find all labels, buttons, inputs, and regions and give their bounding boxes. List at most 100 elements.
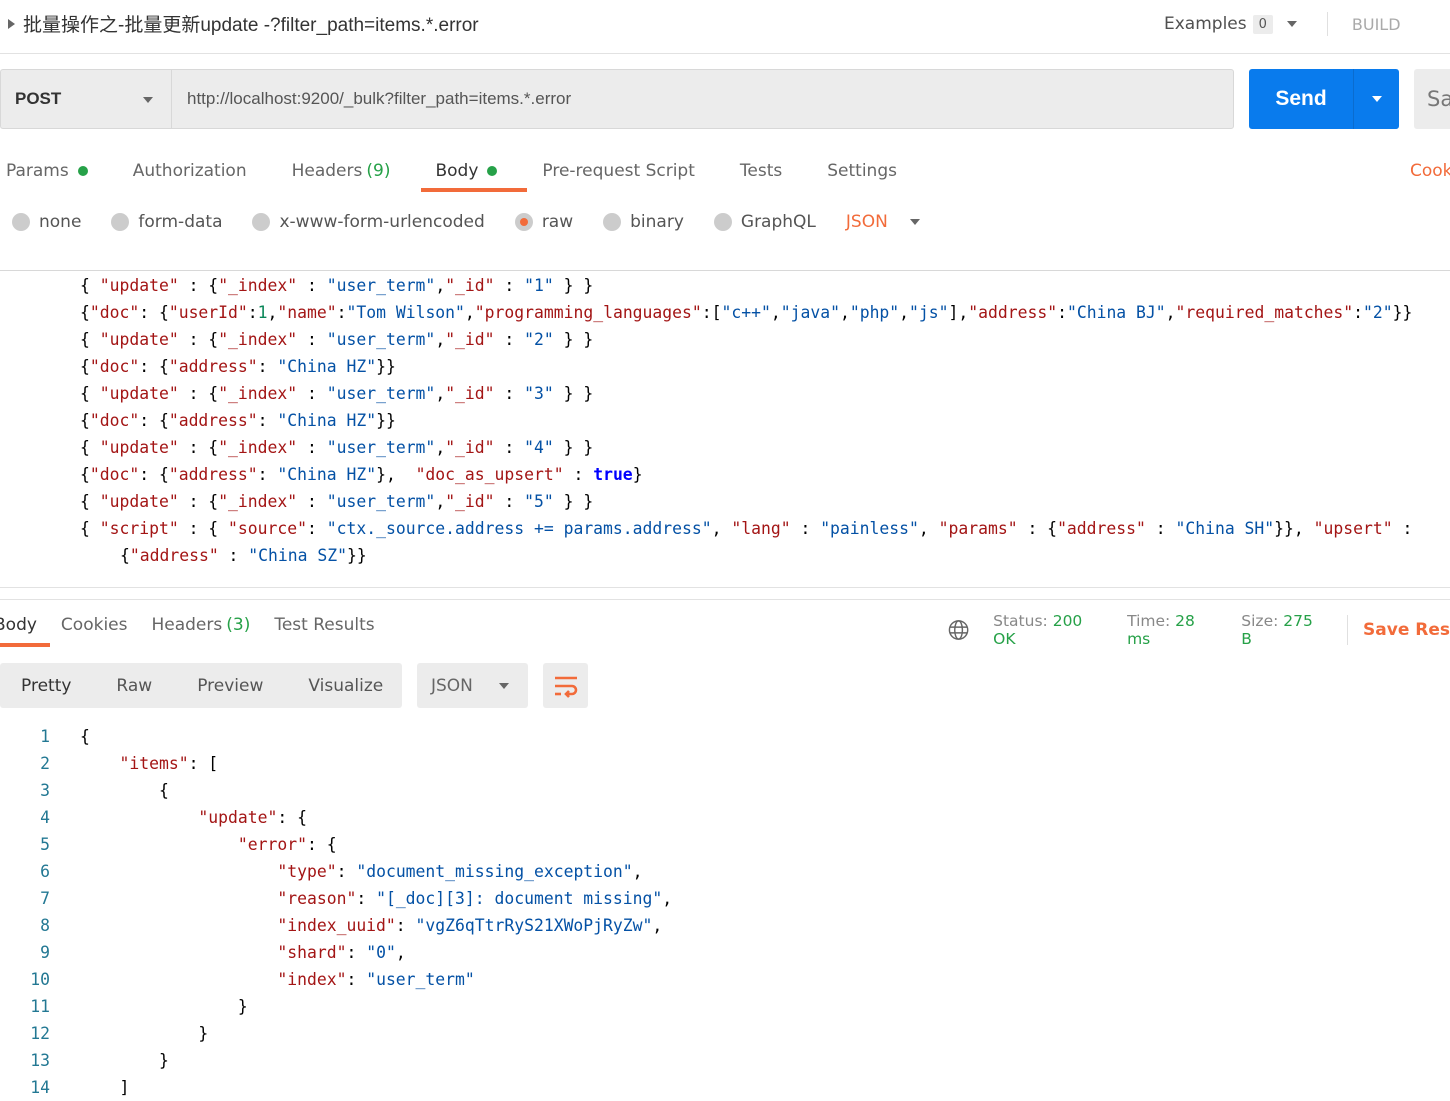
code-token: "update" [99,384,179,403]
format-value: JSON [431,675,473,696]
send-button[interactable]: Send [1249,69,1399,129]
url-input[interactable]: http://localhost:9200/_bulk?filter_path=… [171,69,1234,129]
send-dropdown[interactable] [1353,69,1399,129]
code-token: , [435,330,446,349]
cookies-link[interactable]: Cook [1410,158,1450,184]
code-token: : [297,438,327,457]
code-token: "_index" [218,276,298,295]
tab-settings[interactable]: Settings [827,158,897,184]
code-line: 2 "items": [ [40,750,1450,777]
method-select[interactable]: POST [0,69,172,129]
globe-icon[interactable] [948,619,969,641]
radio-form-data[interactable]: form-data [111,212,222,232]
tab-authorization[interactable]: Authorization [133,158,247,184]
radio-binary[interactable]: binary [603,212,684,232]
code-token: "update" [198,808,278,827]
tab-headers[interactable]: Headers (9) [292,158,391,184]
request-body-editor[interactable]: 1{ "update" : {"_index" : "user_term","_… [80,272,1450,586]
view-pretty[interactable]: Pretty [21,676,71,696]
send-label: Send [1275,87,1327,110]
build-button[interactable]: BUILD [1352,15,1401,34]
expand-triangle-icon[interactable] [8,18,15,29]
view-raw[interactable]: Raw [116,676,152,696]
time-info: Time: 28 ms [1127,612,1219,648]
code-token: } } [553,330,594,349]
code-token: : [336,862,357,881]
code-token: { [80,519,100,538]
tab-tests[interactable]: Tests [740,158,782,184]
save-button[interactable]: Sa [1414,69,1450,129]
code-token: "China HZ" [277,411,377,430]
tab-response-headers[interactable]: Headers (3) [151,612,250,638]
code-token: "type" [277,862,337,881]
code-token: "user_term" [326,492,436,511]
radio-graphql[interactable]: GraphQL [713,212,816,232]
response-body-viewer[interactable]: 1{2 "items": [3 {4 "update": {5 "error":… [30,723,1450,1101]
code-token: "_id" [445,276,495,295]
examples-dropdown-icon[interactable] [1286,21,1297,27]
request-name: 批量操作之-批量更新update -?filter_path=items.*.e… [23,15,479,36]
radio-raw[interactable]: raw [514,212,573,232]
code-token: "address" [168,465,258,484]
wrap-lines-button[interactable] [543,663,588,708]
save-response-button[interactable]: Save Res [1363,620,1450,640]
chevron-down-icon [498,682,509,689]
code-token: , [1165,303,1176,322]
code-token: true [593,465,633,484]
tab-label: Body [0,615,37,635]
code-token: "lang" [731,519,791,538]
request-title[interactable]: 批量操作之-批量更新update -?filter_path=items.*.e… [8,10,479,37]
code-token: "_id" [445,492,495,511]
tab-response-body[interactable]: Body [0,612,37,638]
code-token: "doc" [89,357,140,376]
code-token: : [297,384,327,403]
code-token: "painless" [820,519,919,538]
code-token: "3" [524,384,554,403]
code-token: "5" [524,492,554,511]
code-token: { [80,465,90,484]
tab-params[interactable]: Params [6,158,88,184]
view-preview[interactable]: Preview [197,676,263,696]
radio-urlencoded[interactable]: x-www-form-urlencoded [252,212,485,232]
view-visualize[interactable]: Visualize [308,676,383,696]
code-line: 2{"doc": {"userId":1,"name":"Tom Wilson"… [80,299,1450,326]
code-token: : [346,970,367,989]
headers-count: (9) [366,161,391,181]
tab-label: Pre-request Script [542,161,695,181]
code-token: "error" [237,835,307,854]
code-line: 7 "reason": "[_doc][3]: document missing… [40,885,1450,912]
code-token: "shard" [277,943,347,962]
tab-test-results[interactable]: Test Results [274,612,374,638]
body-type-radios: none form-data x-www-form-urlencoded raw… [12,212,950,232]
status-info: Status: 200 OK [993,612,1105,648]
code-token: : [346,943,367,962]
line-number: 3 [40,781,50,800]
method-value: POST [15,89,62,108]
tab-label: Authorization [132,161,247,181]
code-token: }}, [1274,519,1314,538]
tab-body[interactable]: Body [435,158,498,184]
size-info: Size: 275 B [1241,612,1325,648]
tab-response-cookies[interactable]: Cookies [61,612,128,638]
header-actions: Examples 0 BUILD [1164,12,1401,36]
code-token: "_index" [218,438,298,457]
line-number: 11 [30,997,50,1016]
examples-button[interactable]: Examples [1164,14,1247,34]
tab-pre-request-script[interactable]: Pre-request Script [542,158,695,184]
code-token: "source" [228,519,307,538]
code-token: : [494,330,525,349]
code-token: "index" [277,970,347,989]
code-token: : { [306,835,337,854]
code-token: , [464,303,475,322]
code-token: "_index" [218,492,298,511]
chevron-down-icon [143,97,153,103]
radio-none[interactable]: none [12,212,81,232]
radio-circle [252,213,271,231]
code-token: { [80,438,100,457]
code-token: "items" [119,754,189,773]
response-format-select[interactable]: JSON [417,663,528,708]
code-token: "name" [277,303,337,322]
format-select[interactable]: JSON [846,212,920,232]
code-token: : { [139,465,169,484]
